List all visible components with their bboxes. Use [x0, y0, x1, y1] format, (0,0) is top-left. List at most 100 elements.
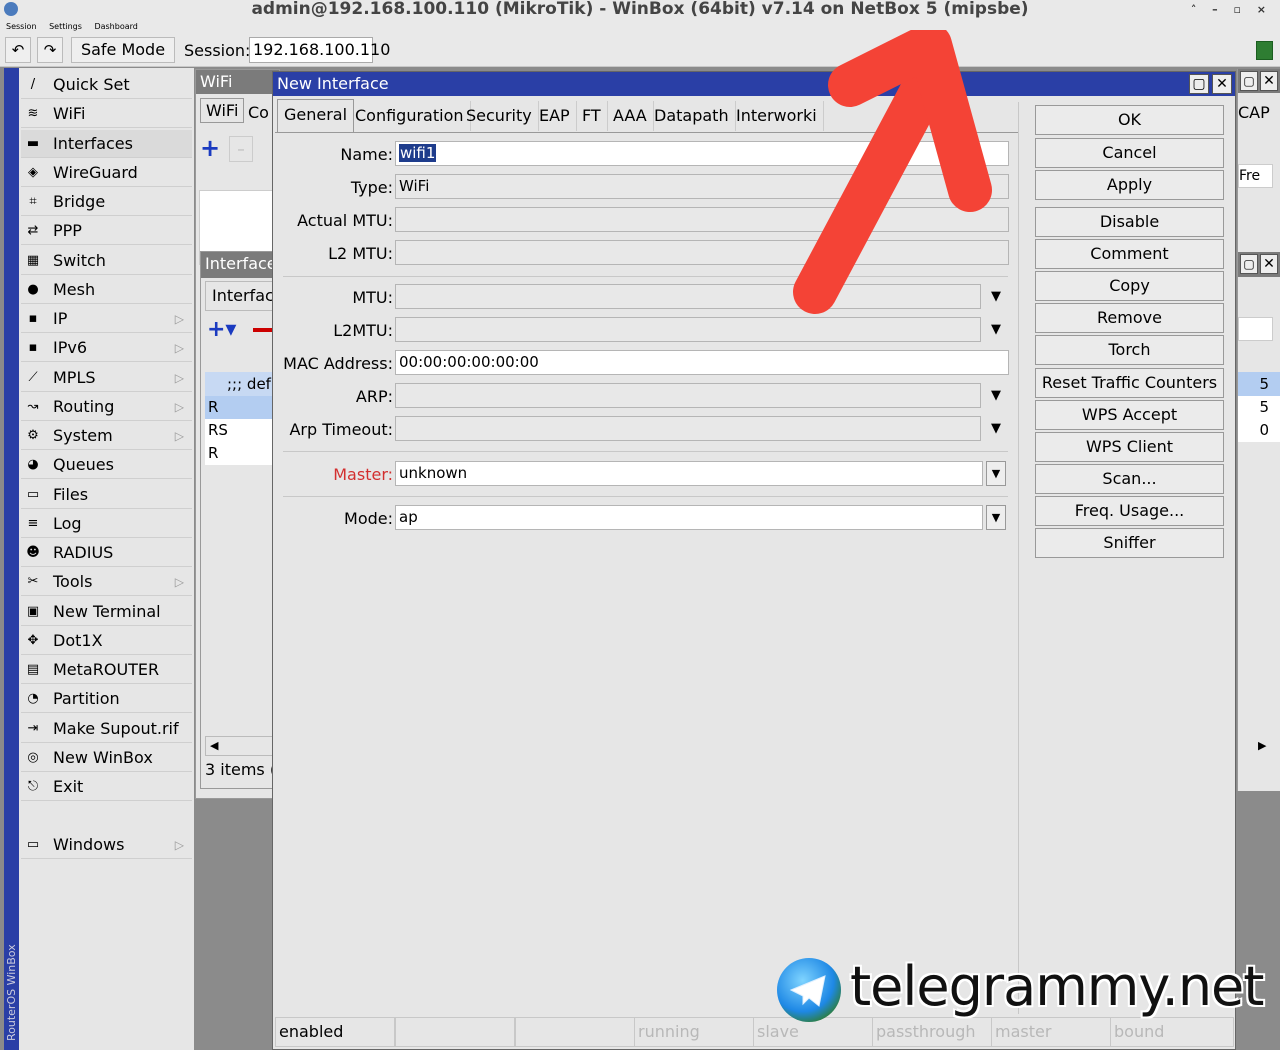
sidebar-item-bridge[interactable]: ⌗ Bridge [21, 188, 192, 216]
menu-settings[interactable]: Settings [49, 22, 82, 31]
sidebar-item-interfaces[interactable]: ▬ Interfaces [21, 129, 192, 158]
arp-dropdown-icon[interactable]: ▼ [986, 383, 1006, 408]
tab-general[interactable]: General [277, 99, 355, 132]
close-icon[interactable]: ✕ [1212, 74, 1232, 94]
cancel-button[interactable]: Cancel [1035, 138, 1224, 168]
sidebar-item-wifi[interactable]: ≋ WiFi [21, 100, 192, 129]
sidebar-item-wireguard[interactable]: ◈ WireGuard [21, 159, 192, 187]
scroll-right-icon[interactable]: ▶ [1258, 739, 1266, 752]
wifi-tab-co[interactable]: Co [248, 103, 269, 122]
sidebar-item-log[interactable]: ≡ Log [21, 510, 192, 538]
arp-select[interactable] [395, 383, 981, 408]
sidebar-item-switch[interactable]: ▦ Switch [21, 247, 192, 275]
ok-button[interactable]: OK [1035, 105, 1224, 135]
close-icon[interactable]: ✕ [1260, 254, 1278, 274]
scan-button[interactable]: Scan... [1035, 464, 1224, 494]
table-row[interactable]: RS [205, 419, 277, 442]
tab-aaa[interactable]: AAA [607, 101, 654, 131]
undo-button[interactable]: ↶ [5, 37, 31, 63]
routeros-side-strip: RouterOS WinBox [4, 68, 19, 1050]
arp-timeout-dropdown-icon[interactable]: ▼ [986, 416, 1006, 441]
sidebar-item-partition[interactable]: ◔ Partition [21, 685, 192, 714]
sidebar-item-metarouter[interactable]: ▤ MetaROUTER [21, 656, 192, 684]
freq-usage-button[interactable]: Freq. Usage... [1035, 496, 1224, 526]
sidebar-item-system[interactable]: ⚙ System ▷ [21, 422, 192, 450]
sidebar-item-quick-set[interactable]: / Quick Set [21, 71, 192, 99]
l2mtu-input[interactable] [395, 317, 981, 342]
sniffer-button[interactable]: Sniffer [1035, 528, 1224, 558]
arp-timeout-input[interactable] [395, 416, 981, 441]
remove-interface-icon[interactable] [253, 328, 273, 332]
menu-dashboard[interactable]: Dashboard [94, 22, 137, 31]
tab-configuration[interactable]: Configuration [349, 101, 471, 131]
table-cell: 5 [1238, 372, 1280, 396]
new-interface-dialog[interactable]: New Interface ▢ ✕ General Configuration Se… [272, 71, 1236, 1050]
tab-security[interactable]: Security [460, 101, 539, 131]
sidebar-item-files[interactable]: ▭ Files [21, 481, 192, 509]
torch-button[interactable]: Torch [1035, 335, 1224, 365]
mac-address-input[interactable]: 00:00:00:00:00:00 [395, 350, 1009, 375]
copy-button[interactable]: Copy [1035, 271, 1224, 301]
sidebar-item-windows[interactable]: ▭ Windows ▷ [21, 831, 192, 859]
comment-button[interactable]: Comment [1035, 239, 1224, 269]
l2mtu-dropdown-icon[interactable]: ▼ [986, 317, 1006, 342]
wps-client-button[interactable]: WPS Client [1035, 432, 1224, 462]
interface-tab[interactable]: Interfac [205, 281, 277, 311]
sidebar-item-exit[interactable]: ⎋ Exit [21, 773, 192, 801]
mode-dropdown-icon[interactable]: ▼ [986, 505, 1006, 530]
comment-row[interactable]: ;;; def [205, 372, 277, 396]
tab-eap[interactable]: EAP [533, 101, 577, 131]
sidebar-item-mpls[interactable]: ⟋ MPLS ▷ [21, 364, 192, 392]
ip-icon: ▪ [28, 311, 38, 326]
table-row[interactable]: R [205, 442, 277, 465]
scroll-left-icon[interactable]: ◀ [205, 736, 277, 756]
sidebar-item-radius[interactable]: ☻ RADIUS [21, 539, 192, 567]
terminal-icon: ▣ [26, 603, 40, 619]
add-interface-icon[interactable]: +▾ [207, 317, 236, 342]
master-dropdown-icon[interactable]: ▼ [986, 461, 1006, 486]
apply-button[interactable]: Apply [1035, 170, 1224, 200]
sidebar-item-make-supout-rif[interactable]: ⇥ Make Supout.rif [21, 715, 192, 743]
menu-session[interactable]: Session [6, 22, 37, 31]
disable-button[interactable]: Disable [1035, 207, 1224, 237]
wps-accept-button[interactable]: WPS Accept [1035, 400, 1224, 430]
redo-button[interactable]: ↷ [37, 37, 63, 63]
sidebar-item-ipv6[interactable]: ▪ IPv6 ▷ [21, 334, 192, 363]
cap-tab[interactable]: CAP [1238, 103, 1270, 122]
arp-label: ARP: [355, 387, 393, 406]
table-row[interactable]: R [205, 396, 277, 419]
remove-button[interactable]: Remove [1035, 303, 1224, 333]
sidebar-item-new-terminal[interactable]: ▣ New Terminal [21, 598, 192, 626]
sidebar-item-label: New WinBox [53, 747, 153, 767]
interface-window[interactable]: Interface Interfac +▾ ;;; def R RS R ◀ 3… [200, 251, 280, 789]
close-icon[interactable]: ✕ [1260, 71, 1278, 91]
mode-select[interactable]: ap [395, 505, 983, 530]
sidebar-item-dot1x[interactable]: ✥ Dot1X [21, 627, 192, 655]
safe-mode-button[interactable]: Safe Mode [71, 37, 175, 63]
sidebar-item-new-winbox[interactable]: ◎ New WinBox [21, 744, 192, 772]
tab-ft[interactable]: FT [576, 101, 608, 131]
sidebar-item-tools[interactable]: ✂ Tools ▷ [21, 568, 192, 597]
maximize-icon[interactable]: ▢ [1189, 74, 1209, 94]
maximize-icon[interactable]: ▢ [1240, 71, 1258, 91]
wifi-tab[interactable]: WiFi [200, 98, 245, 123]
remove-icon[interactable]: – [229, 136, 253, 162]
supout-icon: ⇥ [27, 720, 39, 736]
filter-field[interactable] [1238, 317, 1273, 341]
l2mtu-label: L2MTU: [333, 321, 393, 340]
frequency-column[interactable]: Fre [1238, 164, 1273, 188]
paper-plane-icon [789, 975, 826, 1007]
reset-traffic-counters-button[interactable]: Reset Traffic Counters [1035, 368, 1224, 398]
master-select[interactable]: unknown [395, 461, 983, 486]
sidebar-item-mesh[interactable]: ● Mesh [21, 276, 192, 304]
sidebar-item-routing[interactable]: ↝ Routing ▷ [21, 393, 192, 421]
interfaces-icon: ▬ [26, 135, 40, 151]
sidebar-item-queues[interactable]: ◕ Queues [21, 451, 192, 480]
sidebar-item-ppp[interactable]: ⇄ PPP [21, 217, 192, 246]
sidebar-item-ip[interactable]: ▪ IP ▷ [21, 305, 192, 333]
add-icon[interactable]: + [200, 136, 224, 162]
tab-datapath[interactable]: Datapath [648, 101, 736, 131]
maximize-icon[interactable]: ▢ [1240, 254, 1258, 274]
window-controls[interactable]: ˄ – ▫ × [1191, 1, 1272, 19]
mpls-icon: ⟋ [28, 369, 38, 385]
